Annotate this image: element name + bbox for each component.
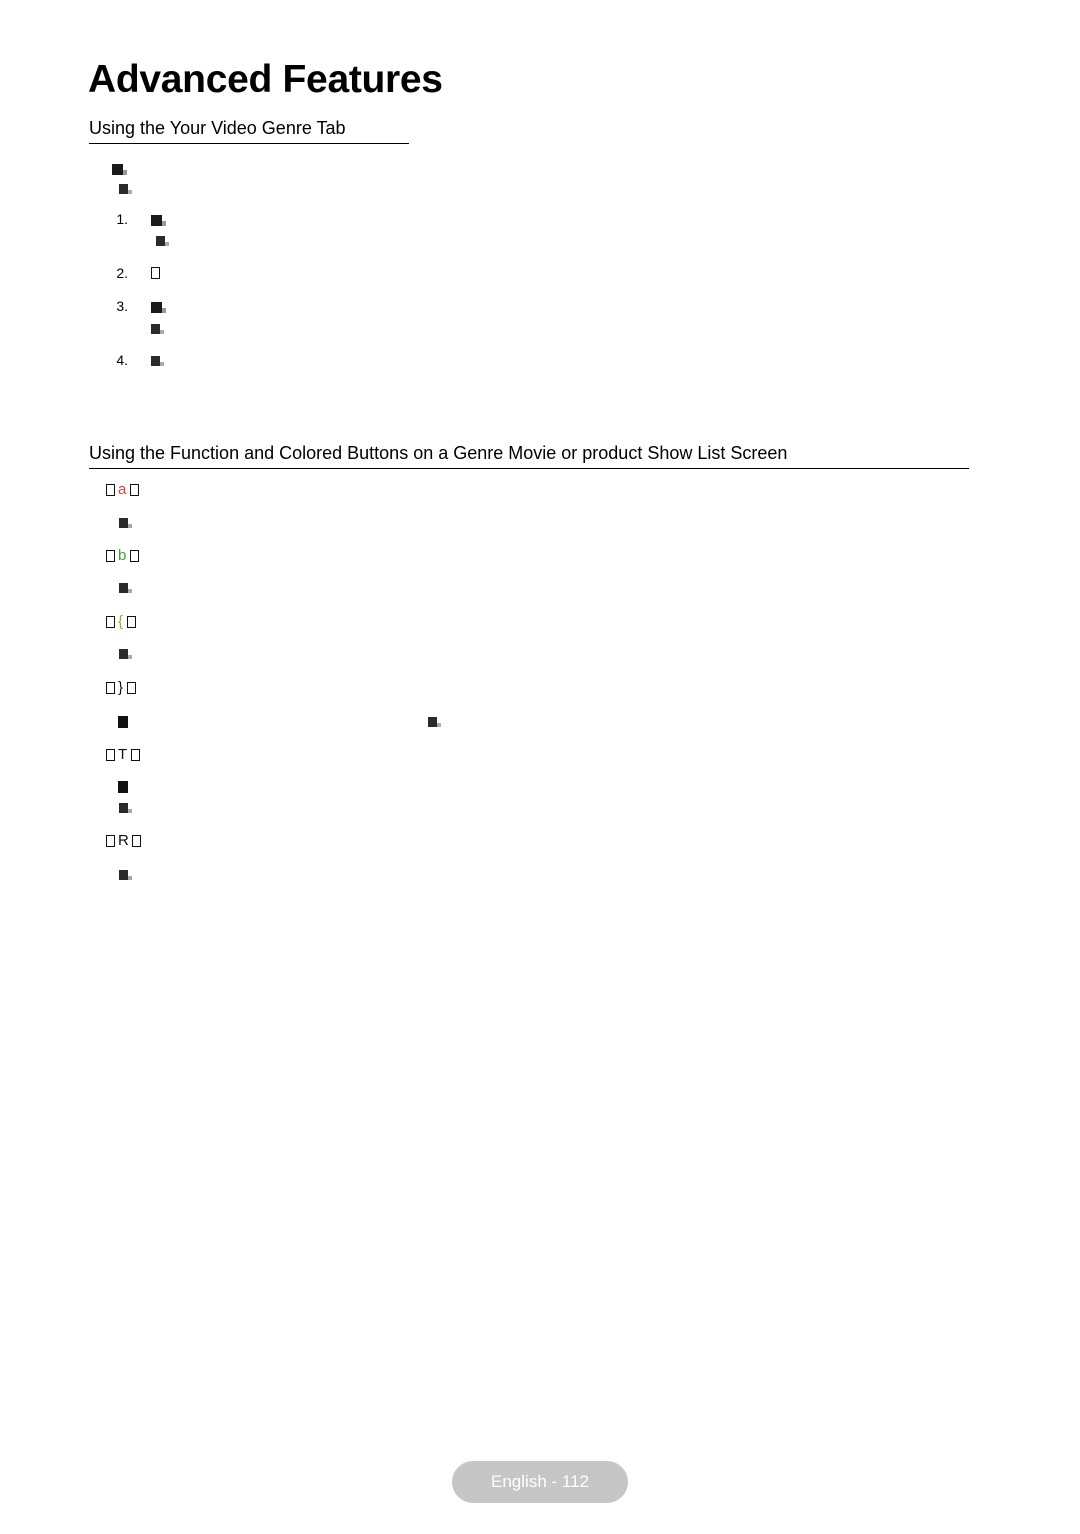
key-bracket-right-icon [132, 835, 142, 848]
list-item [119, 866, 132, 882]
colored-button-entry-b: b [106, 547, 139, 564]
list-item [119, 514, 132, 530]
colored-button-entry-tools: T [106, 746, 140, 763]
list-item [151, 211, 166, 227]
key-bracket-right-icon [130, 749, 140, 762]
key-letter: { [118, 613, 124, 630]
list-number: 3. [116, 298, 128, 314]
section-heading-function-colored-buttons: Using the Function and Colored Buttons o… [89, 443, 969, 469]
list-item [112, 160, 127, 176]
bullet-glyph-icon [119, 184, 132, 195]
key-bracket-left-icon [106, 749, 115, 762]
list-item [151, 298, 166, 314]
key-bracket-right-icon [126, 616, 136, 629]
list-item [151, 264, 160, 280]
key-letter: b [118, 547, 127, 564]
bullet-glyph-icon [151, 267, 160, 280]
bullet-glyph-icon [119, 803, 132, 814]
list-item [118, 713, 128, 729]
key-letter: T [118, 746, 128, 763]
colored-button-entry-a: a [106, 481, 139, 498]
document-page: Advanced Features Using the Your Video G… [0, 0, 1080, 1534]
list-item-trailing [428, 713, 441, 729]
bullet-glyph-icon [119, 518, 132, 529]
bullet-glyph-icon [428, 717, 441, 728]
bullet-glyph-icon [156, 236, 169, 247]
key-bracket-left-icon [106, 682, 115, 695]
key-bracket-left-icon [106, 550, 115, 563]
bullet-glyph-icon [151, 356, 164, 367]
bullet-glyph-icon [118, 781, 128, 794]
key-bracket-left-icon [106, 616, 115, 629]
key-letter: R [118, 832, 130, 849]
bullet-glyph-icon [151, 324, 164, 335]
key-letter: a [118, 481, 127, 498]
list-item [119, 799, 132, 815]
section-heading-video-genre-tab: Using the Your Video Genre Tab [89, 118, 409, 144]
key-bracket-right-icon [129, 550, 139, 563]
page-footer-label: English - 112 [491, 1472, 589, 1491]
key-bracket-left-icon [106, 484, 115, 497]
list-item [156, 232, 169, 248]
colored-button-entry-yellow: { [106, 613, 136, 630]
page-title: Advanced Features [88, 58, 443, 101]
bullet-glyph-icon [151, 301, 166, 313]
colored-button-entry-blue: } [106, 679, 136, 696]
list-item [118, 778, 128, 794]
list-item [119, 645, 132, 661]
bullet-glyph-icon [151, 214, 166, 226]
list-item [119, 180, 132, 196]
key-bracket-left-icon [106, 835, 115, 848]
list-number: 4. [116, 352, 128, 368]
key-bracket-right-icon [129, 484, 139, 497]
colored-button-entry-return: R [106, 832, 142, 849]
list-item [151, 320, 164, 336]
list-number: 2. [116, 265, 128, 281]
key-letter: } [118, 679, 124, 696]
page-footer-badge: English - 112 [452, 1461, 628, 1503]
list-item [151, 352, 164, 368]
list-number: 1. [116, 211, 128, 227]
bullet-glyph-icon [112, 163, 127, 175]
list-item [119, 579, 132, 595]
bullet-glyph-icon [118, 716, 128, 729]
key-bracket-right-icon [126, 682, 136, 695]
bullet-glyph-icon [119, 870, 132, 881]
bullet-glyph-icon [119, 583, 132, 594]
bullet-glyph-icon [119, 649, 132, 660]
